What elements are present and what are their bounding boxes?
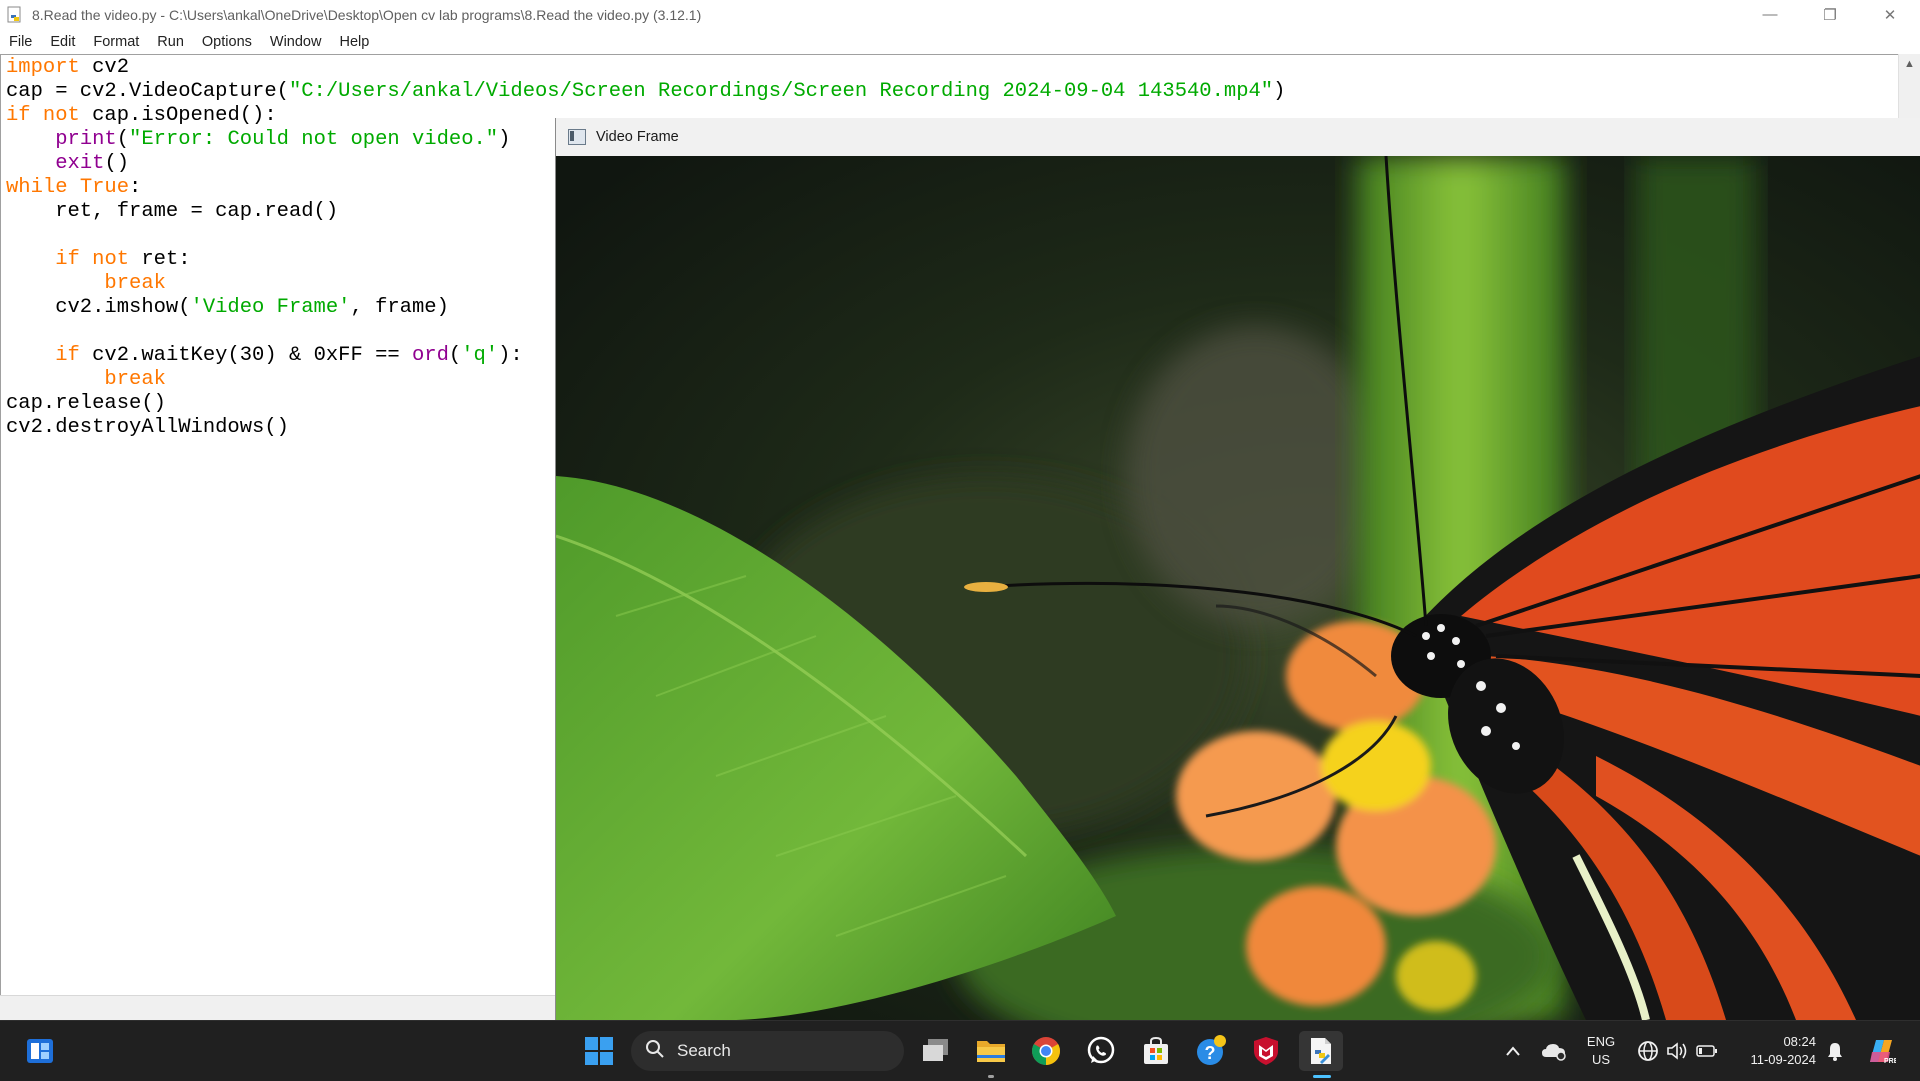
code-token: ( [448,344,462,367]
battery-icon[interactable] [1687,1031,1727,1071]
code-token: exit [55,152,105,175]
language-label: ENG [1586,1034,1616,1049]
code-token: cv2 [79,56,130,79]
video-frame-image [556,156,1920,1020]
minimize-button[interactable]: — [1740,0,1800,29]
search-placeholder: Search [677,1041,731,1060]
code-token: cv2.destroyAllWindows() [6,416,289,439]
menu-bar: File Edit Format Run Options Window Help [0,29,1920,54]
code-token: if [55,248,80,271]
notification-bell-icon[interactable] [1815,1031,1855,1071]
code-token: import [6,56,80,79]
video-frame-window[interactable]: Video Frame [555,118,1920,1020]
code-token: "Error: Could not open video." [129,128,499,151]
opencv-window-icon [568,129,586,145]
code-token: cap.isOpened(): [79,104,277,127]
python-idle-icon[interactable] [1299,1031,1343,1071]
svg-text:PRE: PRE [1884,1058,1896,1065]
code-token: ret: [129,248,191,271]
video-window-titlebar[interactable]: Video Frame [556,118,1920,157]
idle-titlebar[interactable]: 8.Read the video.py - C:\Users\ankal\One… [0,0,1920,29]
region-label: US [1591,1052,1611,1067]
code-token: break [104,272,166,295]
code-token: "C:/Users/ankal/Videos/Screen Recordings… [288,80,1274,103]
file-explorer-icon[interactable] [971,1031,1011,1071]
task-view-icon[interactable] [916,1031,956,1071]
get-help-icon[interactable]: ? [1191,1031,1231,1071]
code-token: True [79,176,130,199]
code-token: cv2.imshow( [6,296,191,319]
python-file-icon [6,6,24,24]
code-token: not [92,248,130,271]
code-token: if [6,104,31,127]
menu-window[interactable]: Window [261,34,331,50]
code-token: cv2.waitKey(30) & 0xFF == [79,344,412,367]
clock-time: 08:24 [1783,1034,1816,1049]
code-token: if [55,344,80,367]
code-token: not [42,104,80,127]
window-title: 8.Read the video.py - C:\Users\ankal\One… [32,6,702,23]
code-token: 'q' [461,344,499,367]
onedrive-icon[interactable] [1534,1031,1574,1071]
code-token: print [55,128,117,151]
restore-button[interactable]: ❐ [1800,0,1860,29]
code-token: , frame) [350,296,449,319]
show-hidden-icons-icon[interactable] [1493,1031,1533,1071]
code-token: ) [498,128,511,151]
menu-help[interactable]: Help [330,34,378,50]
menu-run[interactable]: Run [148,34,193,50]
menu-edit[interactable]: Edit [41,34,84,50]
clock-date: 11-09-2024 [1750,1052,1816,1067]
start-icon[interactable] [579,1031,619,1071]
search-icon [645,1039,665,1064]
copilot-icon[interactable]: PRE [1860,1031,1900,1071]
microsoft-store-icon[interactable] [1136,1031,1176,1071]
menu-file[interactable]: File [0,34,41,50]
code-token: break [104,368,166,391]
code-token: ) [1273,80,1286,103]
menu-options[interactable]: Options [193,34,261,50]
code-token: ord [411,344,449,367]
video-window-title: Video Frame [596,129,679,145]
language-indicator[interactable]: ENG US [1580,1033,1622,1069]
code-token: cap.release() [6,392,166,415]
widgets-icon[interactable] [20,1031,60,1071]
close-button[interactable]: ✕ [1860,0,1920,29]
taskbar-search[interactable]: Search [631,1031,904,1071]
svg-text:?: ? [1205,1043,1216,1063]
code-token: while [6,176,68,199]
code-line[interactable]: import cv2 [6,56,1285,80]
code-token: ): [498,344,523,367]
whatsapp-icon[interactable] [1081,1031,1121,1071]
code-line[interactable]: cap = cv2.VideoCapture("C:/Users/ankal/V… [6,80,1285,104]
taskbar: Search ? ENG US 08:24 11-09-2024 PR [0,1020,1920,1081]
code-token: () [104,152,130,175]
clock[interactable]: 08:24 11-09-2024 [1732,1033,1816,1069]
code-token: : [129,176,142,199]
code-token: cap = cv2.VideoCapture( [6,80,289,103]
chrome-icon[interactable] [1026,1031,1066,1071]
code-token: 'Video Frame' [190,296,351,319]
scroll-up-icon[interactable]: ▲ [1904,58,1915,70]
mcafee-icon[interactable] [1246,1031,1286,1071]
code-token: ( [116,128,130,151]
menu-format[interactable]: Format [84,34,148,50]
code-token: ret, frame = cap.read() [6,200,339,223]
idle-active-indicator [1313,1075,1331,1078]
explorer-running-indicator [988,1075,994,1078]
